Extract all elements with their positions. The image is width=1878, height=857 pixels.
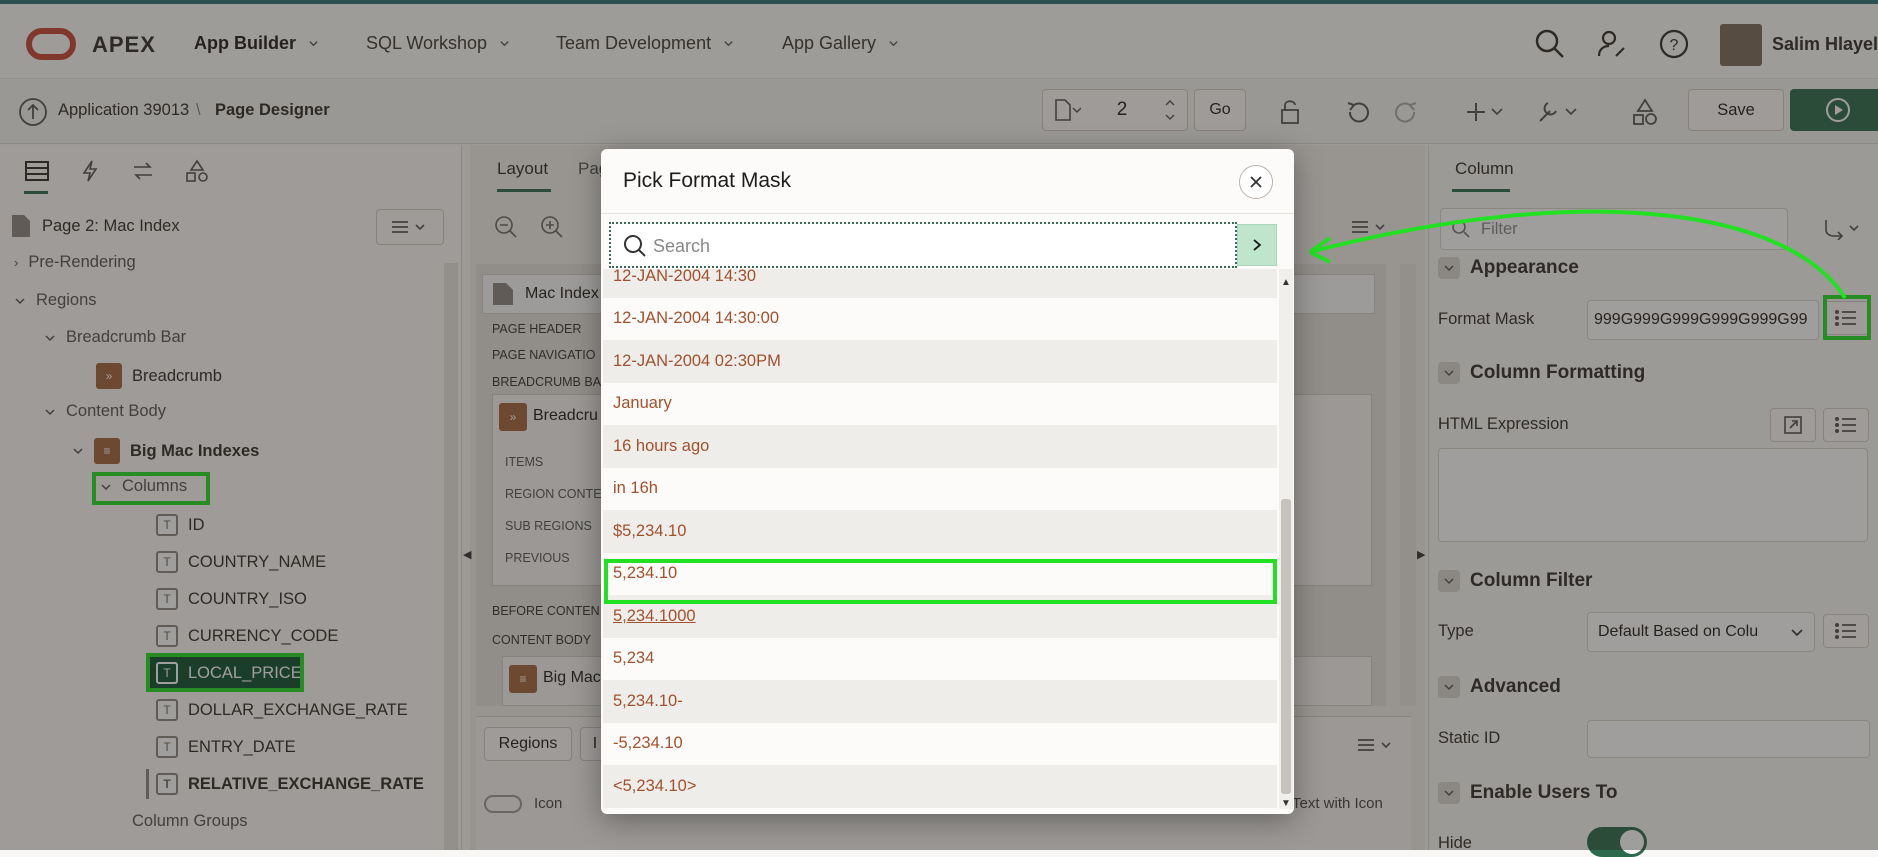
scroll-up-arrow[interactable]: ▲ bbox=[1281, 277, 1291, 288]
close-icon bbox=[1250, 176, 1262, 188]
list-item[interactable]: 12-JAN-2004 14:30:00 bbox=[603, 298, 1277, 341]
close-button[interactable] bbox=[1239, 165, 1273, 199]
search-placeholder: Search bbox=[653, 236, 711, 256]
list-item[interactable]: <5,234.10> bbox=[603, 765, 1277, 808]
list-item[interactable]: 5,234.10- bbox=[603, 680, 1277, 723]
chevron-right-icon bbox=[1253, 239, 1262, 251]
selected-option-highlight bbox=[604, 559, 1277, 604]
list-item[interactable]: 5,234 bbox=[603, 638, 1277, 681]
list-item[interactable]: $5,234.10 bbox=[603, 510, 1277, 553]
list-item[interactable]: -5,234.10 bbox=[603, 723, 1277, 766]
annotation-arrow-icon bbox=[1308, 209, 1847, 300]
format-mask-list: 12-JAN-2004 14:30 12-JAN-2004 14:30:00 1… bbox=[603, 269, 1277, 814]
scrollbar-thumb[interactable] bbox=[1281, 499, 1291, 794]
list-item[interactable]: in 16h bbox=[603, 468, 1277, 511]
search-icon bbox=[624, 235, 646, 257]
dialog-divider bbox=[601, 213, 1294, 214]
list-item[interactable]: 16 hours ago bbox=[603, 425, 1277, 468]
dialog-title: Pick Format Mask bbox=[623, 169, 792, 192]
list-item[interactable]: 12-JAN-2004 02:30PM bbox=[603, 340, 1277, 383]
list-item[interactable]: 12-JAN-2004 14:30 bbox=[603, 269, 1277, 298]
scroll-down-arrow[interactable]: ▼ bbox=[1281, 798, 1291, 809]
pick-format-mask-dialog: Pick Format Mask Search 12-JAN-2004 14:3… bbox=[601, 149, 1294, 814]
search-go-button[interactable] bbox=[1237, 224, 1277, 266]
list-item[interactable]: January bbox=[603, 383, 1277, 426]
search-input[interactable]: Search bbox=[609, 222, 1237, 268]
